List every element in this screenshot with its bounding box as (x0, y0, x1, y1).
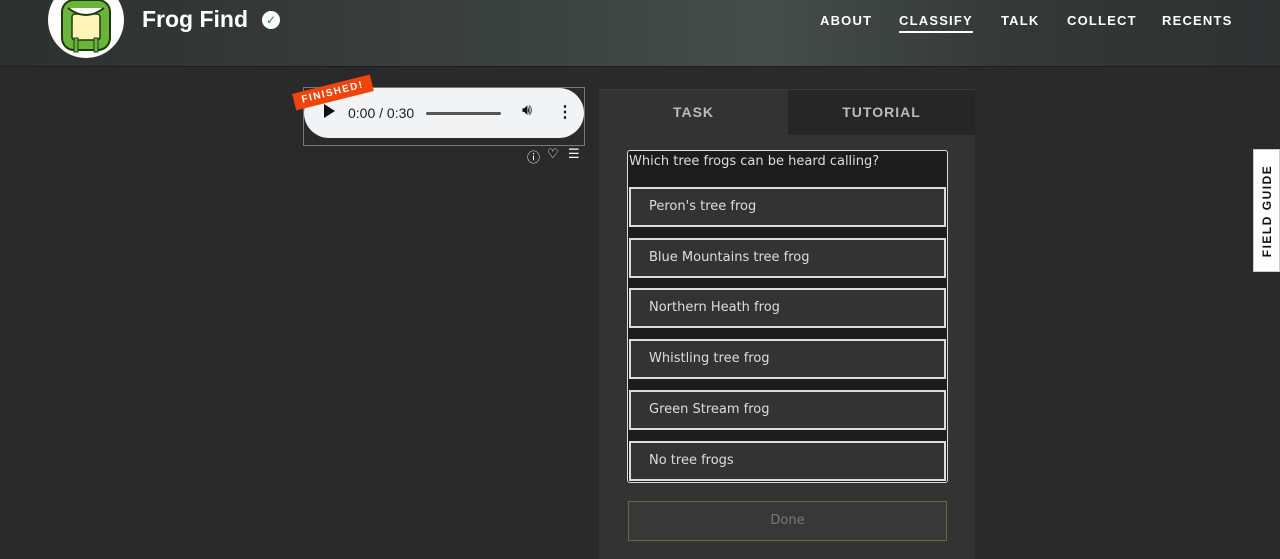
question-text: Which tree frogs can be heard calling? (629, 154, 880, 169)
answer-option[interactable]: No tree frogs (629, 441, 946, 481)
volume-icon[interactable]: 🔊︎ (522, 102, 532, 120)
question-box: Which tree frogs can be heard calling? P… (627, 150, 948, 483)
favorite-heart-icon[interactable]: ♡ (547, 147, 559, 162)
collection-list-icon[interactable]: ☰ (568, 147, 580, 162)
nav-collect[interactable]: COLLECT (1067, 13, 1137, 28)
audio-seek-bar[interactable] (426, 112, 501, 115)
info-icon[interactable]: ⓘ (527, 147, 540, 166)
more-options-icon[interactable]: ⋮ (557, 102, 573, 122)
nav-talk[interactable]: TALK (1001, 13, 1040, 28)
field-guide-button[interactable]: FIELD GUIDE (1253, 149, 1280, 272)
project-title[interactable]: Frog Find (142, 6, 248, 33)
project-logo[interactable] (48, 0, 124, 58)
nav-about[interactable]: ABOUT (820, 13, 872, 28)
tab-tutorial[interactable]: TUTORIAL (788, 90, 975, 135)
task-panel: TASK TUTORIAL Which tree frogs can be he… (599, 89, 975, 559)
tab-task[interactable]: TASK (599, 90, 788, 135)
play-icon[interactable] (324, 104, 335, 118)
answer-option[interactable]: Green Stream frog (629, 390, 946, 430)
answer-option[interactable]: Blue Mountains tree frog (629, 238, 946, 278)
site-header: Frog Find ✓ ABOUT CLASSIFY TALK COLLECT … (0, 0, 1280, 67)
answer-option[interactable]: Northern Heath frog (629, 288, 946, 328)
verified-icon: ✓ (262, 11, 280, 29)
done-button[interactable]: Done (628, 501, 947, 541)
answer-option[interactable]: Whistling tree frog (629, 339, 946, 379)
answer-option[interactable]: Peron's tree frog (629, 187, 946, 227)
field-guide-label: FIELD GUIDE (1259, 164, 1274, 257)
audio-time: 0:00 / 0:30 (348, 105, 415, 121)
nav-recents[interactable]: RECENTS (1162, 13, 1233, 28)
nav-classify[interactable]: CLASSIFY (899, 13, 973, 33)
